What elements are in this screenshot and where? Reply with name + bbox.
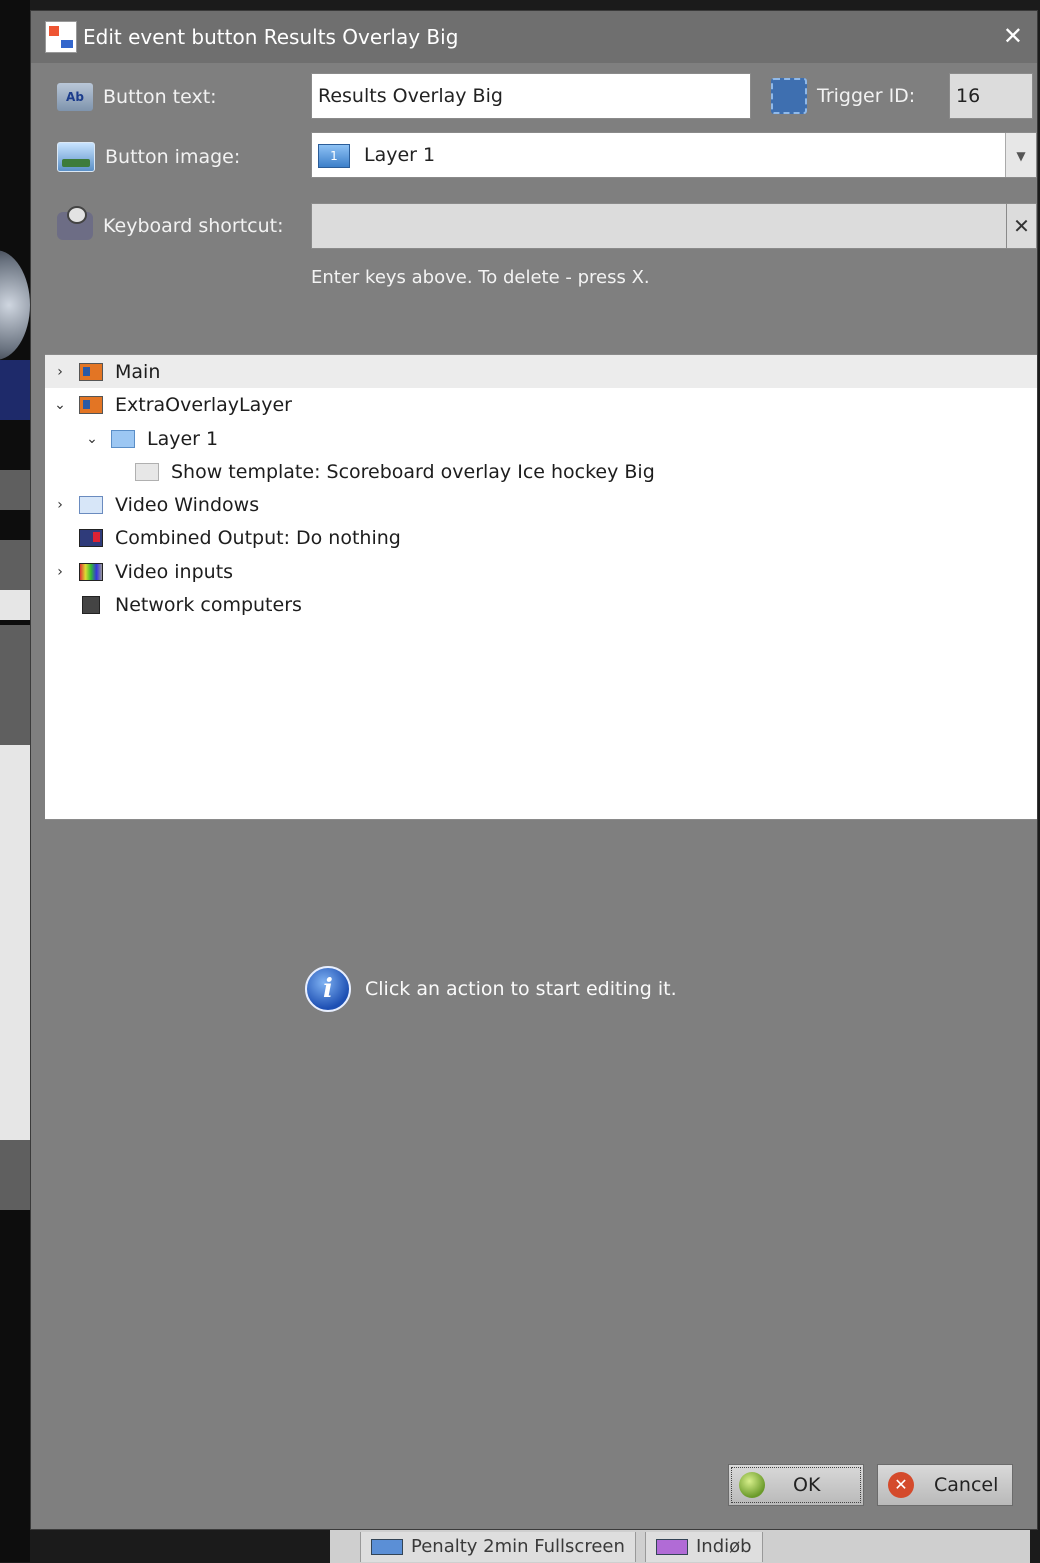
close-icon[interactable]: ✕ <box>1003 23 1023 49</box>
action-tree[interactable]: › Main ⌄ ExtraOverlayLayer ⌄ Layer 1 Sho… <box>45 354 1037 820</box>
cancel-icon: ✕ <box>888 1472 914 1498</box>
trigger-id-field[interactable]: 16 <box>949 73 1033 119</box>
chevron-down-icon[interactable]: ⌄ <box>53 397 67 413</box>
chevron-down-icon[interactable]: ⌄ <box>85 431 99 447</box>
dialog-title: Edit event button Results Overlay Big <box>83 25 459 49</box>
chevron-right-icon[interactable]: › <box>53 564 67 580</box>
button-image-label: Button image: <box>105 146 241 168</box>
cancel-button-label: Cancel <box>934 1474 999 1496</box>
chevron-right-icon[interactable]: › <box>53 497 67 513</box>
layer-icon <box>371 1539 403 1555</box>
background-button-indiob: Indiøb <box>645 1532 763 1562</box>
image-icon <box>57 142 95 172</box>
layer-icon <box>79 395 103 414</box>
tree-row-label: Combined Output: Do nothing <box>115 526 401 549</box>
trigger-id-label: Trigger ID: <box>817 85 916 107</box>
tree-row-label: Video inputs <box>115 560 234 583</box>
background-strip <box>0 470 30 510</box>
trigger-icon <box>771 78 807 114</box>
button-image-value: Layer 1 <box>364 144 436 166</box>
tree-row-combined-output[interactable]: Combined Output: Do nothing <box>45 521 1037 554</box>
dialog-titlebar[interactable]: Edit event button Results Overlay Big ✕ <box>31 11 1037 63</box>
video-input-icon <box>79 562 103 581</box>
monitor-layer-icon: 1 <box>318 143 350 168</box>
layers-icon <box>656 1539 688 1555</box>
background-strip <box>0 625 30 745</box>
tree-row-layer-1[interactable]: ⌄ Layer 1 <box>45 422 1037 455</box>
monitor-layer-icon <box>111 429 135 448</box>
template-icon <box>135 462 159 481</box>
chevron-down-icon[interactable]: ▼ <box>1005 133 1036 177</box>
text-abc-icon: Ab <box>57 83 93 111</box>
tree-row-show-template[interactable]: Show template: Scoreboard overlay Ice ho… <box>45 455 1037 488</box>
info-message: i Click an action to start editing it. <box>305 966 677 1012</box>
button-text-label: Button text: <box>103 86 217 108</box>
tree-row-extraoverlaylayer[interactable]: ⌄ ExtraOverlayLayer <box>45 388 1037 421</box>
background-blue-panel <box>0 360 30 420</box>
background-button-label: Indiøb <box>696 1536 752 1557</box>
tree-row-label: Video Windows <box>115 493 260 516</box>
tree-row-label: Layer 1 <box>147 427 219 450</box>
tree-row-label: ExtraOverlayLayer <box>115 393 292 416</box>
background-strip <box>0 590 30 620</box>
tree-row-video-windows[interactable]: › Video Windows <box>45 488 1037 521</box>
tree-row-label: Show template: Scoreboard overlay Ice ho… <box>171 460 655 483</box>
keyboard-shortcut-row: Keyboard shortcut: <box>57 206 284 240</box>
tree-row-label: Network computers <box>115 593 302 616</box>
button-image-row: Button image: <box>57 142 240 172</box>
info-text: Click an action to start editing it. <box>365 978 677 1000</box>
ok-button-label: OK <box>793 1474 821 1496</box>
info-icon: i <box>305 966 351 1012</box>
shortcut-hint: Enter keys above. To delete - press X. <box>311 267 650 288</box>
network-icon <box>82 595 100 614</box>
tree-row-label: Main <box>115 360 161 383</box>
clear-shortcut-button[interactable]: ✕ <box>1006 203 1037 249</box>
background-strip <box>0 540 30 590</box>
background-button-penalty: Penalty 2min Fullscreen <box>360 1532 636 1562</box>
layer-icon <box>79 362 103 381</box>
background-strip <box>0 745 30 1140</box>
button-text-input[interactable]: Results Overlay Big <box>311 73 751 119</box>
background-button-label: Penalty 2min Fullscreen <box>411 1536 625 1557</box>
check-icon <box>739 1472 765 1498</box>
keyboard-icon <box>57 206 93 240</box>
output-icon <box>79 528 103 547</box>
window-icon <box>79 495 103 514</box>
ok-button[interactable]: OK <box>728 1464 864 1506</box>
button-text-row: Ab Button text: <box>57 83 217 111</box>
tree-row-video-inputs[interactable]: › Video inputs <box>45 555 1037 588</box>
tree-row-network-computers[interactable]: Network computers <box>45 588 1037 621</box>
keyboard-shortcut-input[interactable] <box>311 203 1007 249</box>
keyboard-shortcut-label: Keyboard shortcut: <box>103 215 284 237</box>
app-logo-icon <box>45 21 77 53</box>
cancel-button[interactable]: ✕ Cancel <box>877 1464 1013 1506</box>
trigger-id-row: Trigger ID: <box>771 78 915 114</box>
tree-row-main[interactable]: › Main <box>45 355 1037 388</box>
edit-event-dialog: Edit event button Results Overlay Big ✕ … <box>30 10 1038 1530</box>
chevron-right-icon[interactable]: › <box>53 364 67 380</box>
background-strip <box>0 1140 30 1210</box>
button-image-select[interactable]: 1 Layer 1 ▼ <box>311 132 1037 178</box>
